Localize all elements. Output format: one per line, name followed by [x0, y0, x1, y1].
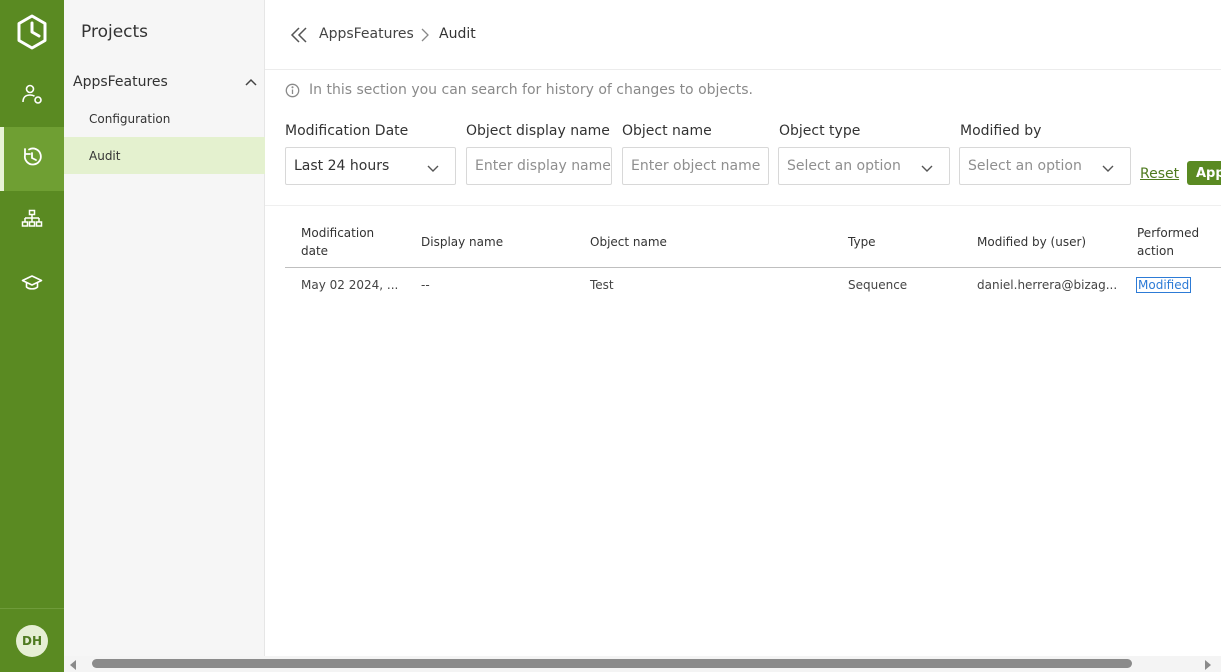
hierarchy-icon [21, 209, 43, 236]
cell-object-name: Test [590, 278, 614, 292]
scroll-left-arrow-icon[interactable] [70, 660, 76, 670]
column-header-object-name[interactable]: Object name [590, 233, 667, 251]
scroll-right-arrow-icon[interactable] [1205, 660, 1211, 670]
main-panel: AppsFeatures Audit In this section you c… [265, 0, 1221, 656]
sidebar-group-toggle[interactable]: AppsFeatures [73, 72, 257, 92]
filter-label-object-type: Object type [779, 123, 861, 139]
column-header-display-name[interactable]: Display name [421, 233, 503, 251]
avatar[interactable]: DH [16, 625, 48, 657]
breadcrumb-current: Audit [439, 26, 476, 42]
object-name-placeholder: Enter object name [631, 158, 761, 174]
section-divider [265, 205, 1221, 206]
object-type-select[interactable]: Select an option [778, 147, 950, 185]
column-header-type[interactable]: Type [848, 233, 876, 251]
cell-modified-by: daniel.herrera@bizag... [977, 278, 1118, 292]
modified-by-select[interactable]: Select an option [959, 147, 1131, 185]
sidebar-title: Projects [81, 22, 149, 42]
scrollbar-thumb[interactable] [92, 659, 1132, 668]
app-rail: DH [0, 0, 64, 672]
cell-performed-action-link[interactable]: Modified [1136, 277, 1192, 293]
chevron-down-icon [921, 161, 933, 172]
breadcrumb-parent[interactable]: AppsFeatures [319, 26, 414, 42]
info-banner: In this section you can search for histo… [285, 82, 753, 98]
column-header-performed-action[interactable]: Performed action [1137, 224, 1217, 260]
filter-label-modified-by: Modified by [960, 123, 1042, 139]
collapse-double-chevron-icon[interactable] [289, 24, 311, 46]
reset-button[interactable]: Reset [1140, 166, 1179, 182]
app-logo-icon[interactable] [16, 14, 48, 50]
modification-date-value: Last 24 hours [294, 158, 390, 174]
apply-button[interactable]: Apply [1187, 161, 1221, 185]
breadcrumb: AppsFeatures Audit [265, 0, 1221, 70]
display-name-input[interactable]: Enter display name [466, 147, 612, 185]
cell-type: Sequence [848, 278, 908, 292]
rail-item-audit[interactable] [0, 127, 64, 191]
rail-item-learning[interactable] [0, 253, 64, 317]
display-name-placeholder: Enter display name [475, 158, 611, 174]
user-settings-icon [21, 83, 43, 110]
info-text: In this section you can search for histo… [309, 82, 753, 98]
table-header-divider [285, 267, 1221, 268]
sidebar-item-audit[interactable]: Audit [64, 137, 265, 174]
horizontal-scrollbar[interactable] [64, 656, 1221, 672]
object-name-input[interactable]: Enter object name [622, 147, 769, 185]
filter-label-modification-date: Modification Date [285, 123, 409, 139]
rail-item-hierarchy[interactable] [0, 190, 64, 254]
filter-label-object-name: Object name [622, 123, 712, 139]
sidebar-item-configuration[interactable]: Configuration [64, 100, 265, 137]
cell-display-name: -- [421, 278, 430, 292]
cell-modification-date: May 02 2024, ... [301, 278, 399, 292]
chevron-right-icon [419, 27, 431, 43]
info-icon [285, 83, 300, 98]
rail-item-users[interactable] [0, 64, 64, 128]
modification-date-select[interactable]: Last 24 hours [285, 147, 456, 185]
chevron-down-icon [1102, 161, 1114, 172]
chevron-up-icon [245, 73, 257, 91]
sidebar-group-label: AppsFeatures [73, 74, 168, 90]
modified-by-placeholder: Select an option [968, 158, 1082, 174]
rail-divider [0, 608, 64, 609]
column-header-modification-date[interactable]: Modification date [301, 224, 391, 260]
projects-sidebar: Projects AppsFeatures Configuration Audi… [64, 0, 265, 672]
column-header-modified-by[interactable]: Modified by (user) [977, 233, 1086, 251]
object-type-placeholder: Select an option [787, 158, 901, 174]
chevron-down-icon [427, 161, 439, 172]
filter-label-display-name: Object display name [466, 123, 610, 139]
audit-history-icon [21, 146, 43, 173]
graduation-cap-icon [21, 272, 43, 299]
